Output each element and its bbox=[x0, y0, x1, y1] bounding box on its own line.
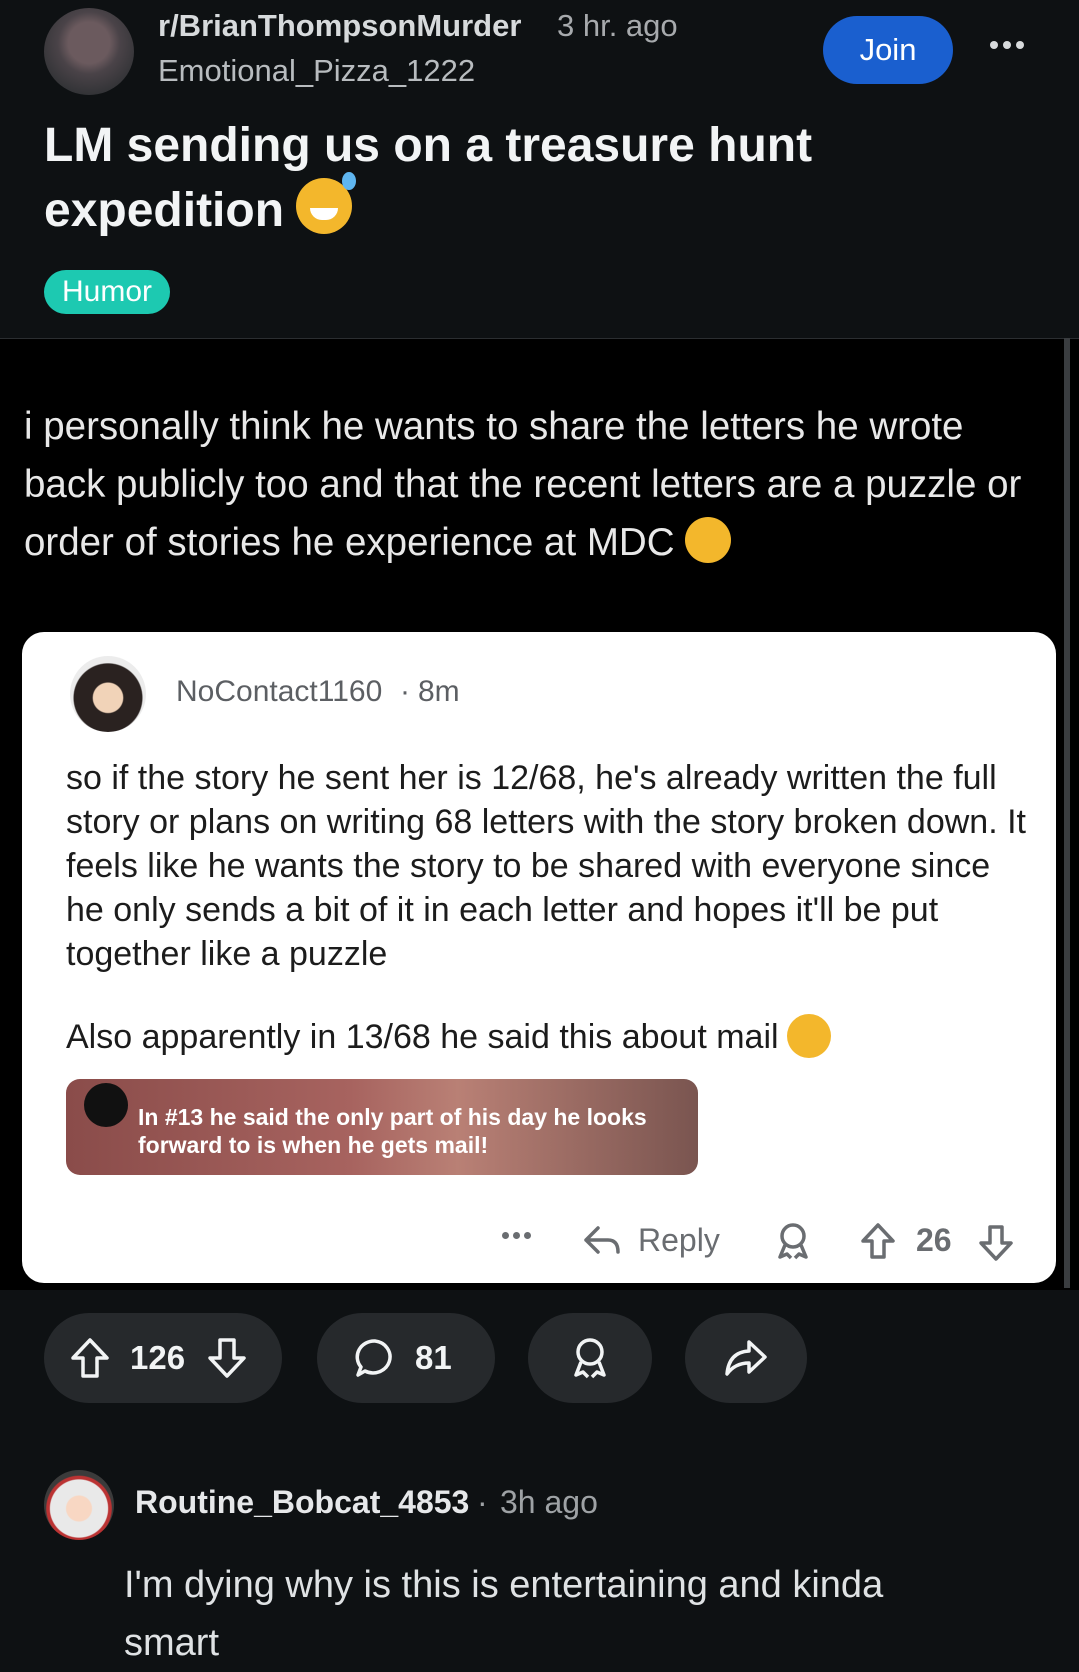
post-title: LM sending us on a treasure hunt expedit… bbox=[44, 113, 944, 243]
comment-bubble-icon bbox=[353, 1336, 397, 1380]
separator-dot: · bbox=[477, 1484, 488, 1520]
banner-text: In #13 he said the only part of his day … bbox=[138, 1104, 647, 1158]
subreddit-avatar[interactable] bbox=[44, 8, 134, 95]
embedded-comment-time: 8m bbox=[418, 675, 460, 708]
vote-count: 126 bbox=[130, 1339, 186, 1376]
crying-emoji-icon bbox=[786, 1014, 831, 1058]
embedded-vote-count: 26 bbox=[916, 1222, 952, 1258]
comment-text: I'm dying why is this is entertaining an… bbox=[124, 1564, 884, 1664]
downvote-icon[interactable] bbox=[205, 1335, 249, 1381]
join-button[interactable]: Join bbox=[823, 16, 953, 84]
embedded-upvote-icon bbox=[858, 1220, 898, 1262]
embedded-comment-author: NoContact1160 bbox=[176, 675, 383, 708]
embedded-comment-body2: Also apparently in 13/68 he said this ab… bbox=[66, 1014, 966, 1059]
more-options-icon[interactable] bbox=[990, 30, 1030, 60]
vote-pill: 126 bbox=[44, 1313, 282, 1403]
comment-time: 3h ago bbox=[500, 1484, 598, 1520]
grinning-sweat-emoji-icon bbox=[296, 172, 357, 234]
share-arrow-icon bbox=[723, 1336, 769, 1380]
embedded-more-icon bbox=[502, 1232, 531, 1239]
embedded-downvote-icon bbox=[976, 1222, 1016, 1264]
award-button[interactable] bbox=[528, 1313, 652, 1403]
share-button[interactable] bbox=[685, 1313, 807, 1403]
post-time: 3 hr. ago bbox=[557, 8, 678, 43]
commenter-avatar[interactable] bbox=[44, 1470, 114, 1540]
subreddit-name[interactable]: r/BrianThompsonMurder bbox=[158, 8, 521, 44]
image-edge bbox=[1064, 338, 1070, 1288]
post-flair[interactable]: Humor bbox=[44, 270, 171, 314]
embedded-comment-body: so if the story he sent her is 12/68, he… bbox=[66, 759, 1027, 973]
post-author[interactable]: Emotional_Pizza_1222 bbox=[158, 53, 475, 89]
separator-dot: · bbox=[400, 675, 410, 708]
commenter-username[interactable]: Routine_Bobcat_4853 bbox=[135, 1484, 469, 1521]
embedded-reply-label: Reply bbox=[638, 1222, 720, 1258]
comments-button[interactable]: 81 bbox=[317, 1313, 495, 1403]
banner-avatar bbox=[84, 1083, 128, 1127]
thinking-emoji-icon bbox=[684, 517, 731, 563]
award-icon bbox=[568, 1335, 612, 1381]
reply-arrow-icon bbox=[580, 1220, 622, 1262]
upvote-icon[interactable] bbox=[68, 1335, 112, 1381]
image-quote-text: i personally think he wants to share the… bbox=[24, 398, 1054, 572]
divider bbox=[0, 338, 1079, 339]
embedded-comment-avatar bbox=[70, 656, 146, 732]
post-title-text: LM sending us on a treasure hunt expedit… bbox=[44, 119, 813, 237]
image-quote: i personally think he wants to share the… bbox=[24, 405, 1022, 564]
embedded-comment-body2-text: Also apparently in 13/68 he said this ab… bbox=[66, 1018, 779, 1056]
comment-count: 81 bbox=[415, 1339, 452, 1376]
embedded-award-icon bbox=[772, 1220, 814, 1262]
